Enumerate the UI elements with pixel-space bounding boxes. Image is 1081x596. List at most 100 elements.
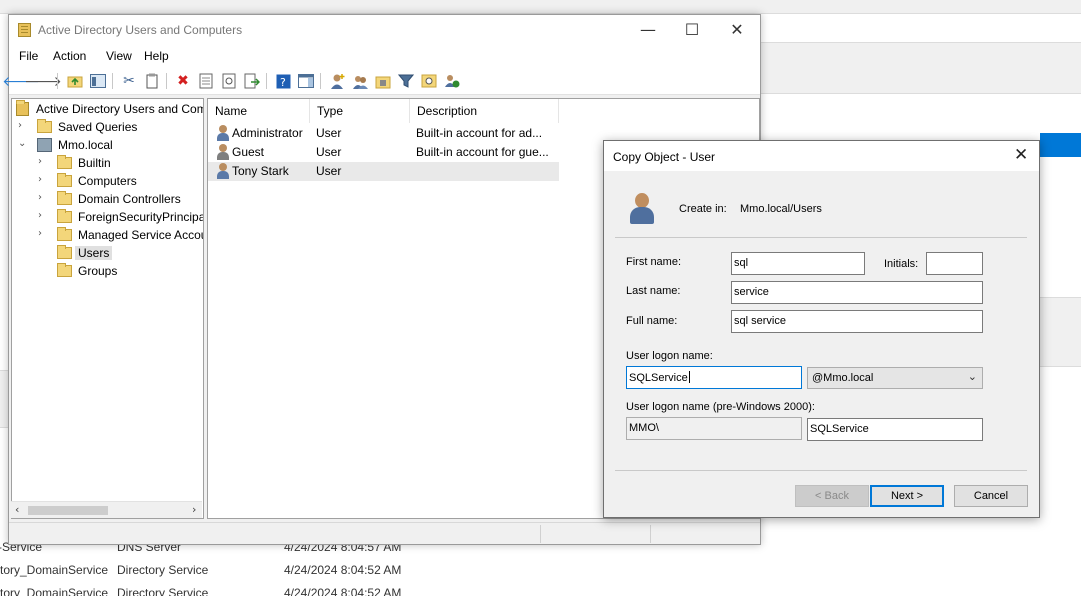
list-item[interactable]: Administrator User Built-in account for … [208, 124, 559, 143]
minimize-button[interactable]: — [625, 15, 671, 46]
scrollbar-thumb[interactable] [28, 506, 108, 515]
expand-icon[interactable]: › [38, 174, 48, 185]
scroll-right-icon[interactable]: › [192, 503, 196, 516]
last-name-field[interactable]: service [731, 281, 983, 304]
help-icon[interactable]: ? [274, 72, 292, 90]
window-title: Active Directory Users and Computers [38, 23, 243, 37]
pre2000-label: User logon name (pre-Windows 2000): [626, 401, 815, 413]
logon-name-label: User logon name: [626, 350, 713, 362]
domain-icon [37, 138, 52, 152]
action-pane-icon[interactable] [297, 72, 315, 90]
new-user-icon[interactable] [328, 72, 346, 90]
aduc-icon [16, 100, 29, 116]
user-icon [216, 125, 230, 141]
close-button[interactable]: ✕ [714, 15, 760, 46]
first-name-field[interactable]: sql [731, 252, 865, 275]
expand-icon[interactable]: › [38, 192, 48, 203]
title-bar[interactable]: Active Directory Users and Computers — ☐… [9, 15, 760, 46]
new-group-icon[interactable] [351, 72, 369, 90]
list-item[interactable]: Guest User Built-in account for gue... [208, 143, 559, 162]
create-in-value: Mmo.local/Users [740, 203, 822, 215]
column-header-type[interactable]: Type [310, 99, 410, 123]
expand-icon[interactable]: › [18, 120, 28, 131]
user-icon [629, 193, 655, 225]
folder-icon [57, 155, 72, 169]
create-in-label: Create in: [679, 203, 727, 215]
menu-file[interactable]: File [19, 49, 38, 63]
folder-icon [57, 227, 72, 241]
new-ou-icon[interactable] [374, 72, 392, 90]
forward-arrow-icon[interactable]: 🡒 [24, 72, 62, 90]
copy-icon[interactable] [143, 72, 161, 90]
add-to-group-icon[interactable] [443, 72, 461, 90]
background-row: ctory_DomainService Directory Service 4/… [0, 586, 402, 596]
initials-label: Initials: [884, 258, 919, 270]
status-bar [9, 522, 760, 544]
status-divider [650, 525, 651, 543]
toolbar-separator [266, 73, 267, 89]
copy-object-user-dialog: Copy Object - User ✕ Create in: Mmo.loca… [603, 140, 1040, 518]
full-name-field[interactable]: sql service [731, 310, 983, 333]
background-event-list: r-Service DNS Server 4/24/2024 8:04:57 A… [0, 538, 600, 596]
delete-icon[interactable]: ✖ [174, 72, 192, 90]
upn-suffix-value: @Mmo.local [812, 372, 874, 384]
scroll-left-icon[interactable]: ‹ [15, 503, 19, 516]
user-icon [216, 144, 230, 160]
background-panel [1040, 297, 1081, 367]
background-window-toolbar [760, 42, 1081, 94]
background-window-top [0, 0, 1081, 14]
dialog-title: Copy Object - User [613, 150, 716, 164]
first-name-label: First name: [626, 256, 682, 268]
folder-icon [57, 173, 72, 187]
divider [615, 237, 1027, 238]
menu-action[interactable]: Action [53, 49, 86, 63]
ou-folder-icon [57, 263, 72, 277]
expand-icon[interactable]: › [38, 156, 48, 167]
svg-text:?: ? [280, 76, 286, 89]
pre2000-domain-field: MMO\ [626, 417, 802, 440]
back-button[interactable]: < Back [795, 485, 869, 507]
expand-icon[interactable]: › [38, 210, 48, 221]
next-button[interactable]: Next > [870, 485, 944, 507]
background-row: ctory_DomainService Directory Service 4/… [0, 563, 402, 577]
properties-icon[interactable] [197, 72, 215, 90]
toolbar-separator [57, 73, 58, 89]
folder-icon [37, 119, 52, 133]
last-name-label: Last name: [626, 285, 681, 297]
background-selection-highlight [1040, 133, 1081, 157]
upn-suffix-select[interactable]: @Mmo.local ⌄ [807, 367, 983, 389]
divider [615, 470, 1027, 471]
full-name-label: Full name: [626, 315, 678, 327]
cancel-button[interactable]: Cancel [954, 485, 1028, 507]
filter-icon[interactable] [397, 72, 415, 90]
toolbar-separator [112, 73, 113, 89]
export-list-icon[interactable] [243, 72, 261, 90]
menu-help[interactable]: Help [144, 49, 169, 63]
toolbar-separator [320, 73, 321, 89]
dialog-close-icon[interactable]: ✕ [1014, 145, 1028, 165]
logon-name-field[interactable]: SQLService [626, 366, 802, 389]
toolbar: 🡐 🡒 ✂ ✖ ? [2, 67, 760, 95]
folder-icon [57, 209, 72, 223]
user-icon [216, 163, 230, 179]
text-caret [688, 371, 690, 383]
list-item-selected[interactable]: Tony Stark User [208, 162, 559, 181]
cut-icon[interactable]: ✂ [120, 72, 138, 90]
column-header-name[interactable]: Name [208, 99, 310, 123]
tree-horizontal-scrollbar[interactable]: ‹ › [11, 501, 202, 518]
initials-field[interactable] [926, 252, 983, 275]
refresh-icon[interactable] [220, 72, 238, 90]
dialog-title-bar[interactable]: Copy Object - User ✕ [604, 141, 1039, 171]
show-console-tree-icon[interactable] [89, 72, 107, 90]
column-header-description[interactable]: Description [410, 99, 559, 123]
folder-icon [57, 245, 72, 259]
maximize-button[interactable]: ☐ [669, 15, 715, 46]
toolbar-separator [166, 73, 167, 89]
menu-view[interactable]: View [106, 49, 132, 63]
status-divider [540, 525, 541, 543]
collapse-icon[interactable]: ⌄ [18, 138, 28, 149]
pre2000-name-field[interactable]: SQLService [807, 418, 983, 441]
up-folder-icon[interactable] [66, 72, 84, 90]
expand-icon[interactable]: › [38, 228, 48, 239]
find-icon[interactable] [420, 72, 438, 90]
